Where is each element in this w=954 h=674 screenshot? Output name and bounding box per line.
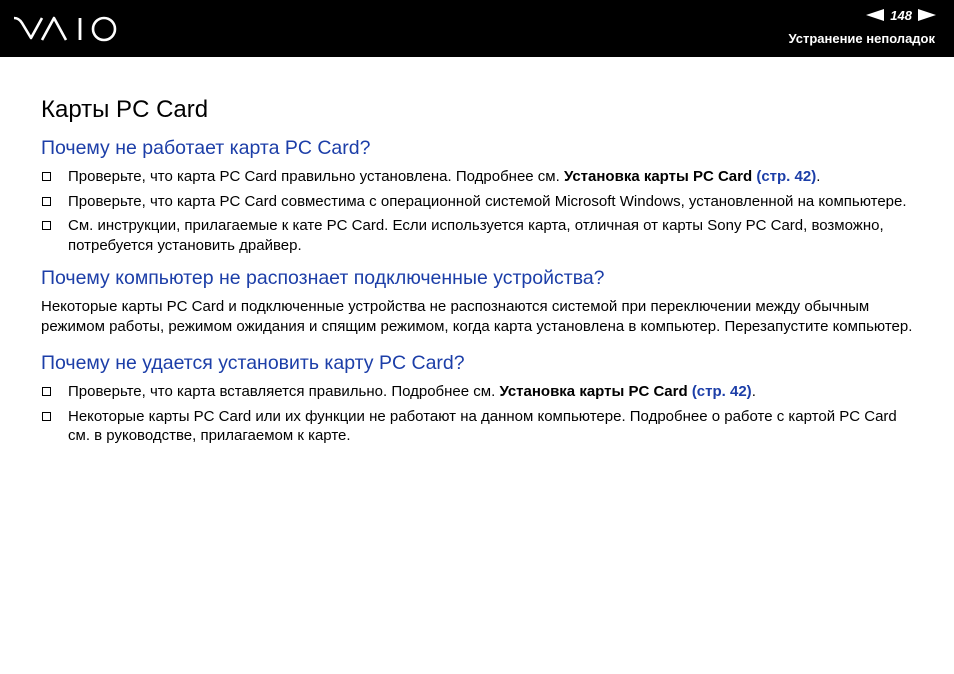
checkbox-bullet-icon [42,221,51,230]
list-item: Проверьте, что карта PC Card совместима … [41,192,921,212]
previous-page-arrow-icon[interactable] [866,9,885,21]
question-heading-2: Почему компьютер не распознает подключен… [41,267,605,289]
next-page-arrow-icon[interactable] [918,9,936,21]
checkbox-bullet-icon [42,172,51,181]
page-link[interactable]: (стр. 42) [756,168,816,185]
page-number: 148 [890,7,912,23]
item-text: См. инструкции, прилагаемые к кате PC Ca… [68,217,884,254]
list-item: Проверьте, что карта PC Card правильно у… [41,167,921,187]
item-text: Проверьте, что карта PC Card совместима … [68,192,907,210]
page-title: Карты PC Card [41,96,209,123]
question-heading-3: Почему не удается установить карту PC Ca… [41,352,465,374]
item-bold-text: Установка карты PC Card [563,168,753,185]
checkbox-bullet-icon [42,387,51,396]
answer-paragraph-2: Некоторые карты PC Card и подключенные у… [41,298,913,335]
item-text: Проверьте, что карта вставляется правиль… [68,383,496,400]
checkbox-bullet-icon [42,411,51,421]
list-item: Проверьте, что карта вставляется правиль… [41,382,921,402]
item-text: Некоторые карты PC Card или их функции н… [68,407,897,445]
page-header: 148 Устранение неполадок [0,0,954,57]
checkbox-bullet-icon [42,196,51,206]
list-item: См. инструкции, прилагаемые к кате PC Ca… [41,216,921,255]
question-heading-1: Почему не работает карта PC Card? [41,137,371,159]
vaio-logo [13,16,117,42]
page-navigator: 148 [866,7,936,23]
item-tail: . [751,383,756,400]
item-tail: . [816,168,821,185]
answer-list-3: Проверьте, что карта вставляется правиль… [41,382,921,446]
page-link[interactable]: (стр. 42) [692,383,752,400]
item-text: Проверьте, что карта PC Card правильно у… [68,168,560,185]
item-bold-text: Установка карты PC Card [499,383,688,400]
main-content: Карты PC Card Почему не работает карта P… [41,96,921,451]
list-item: Некоторые карты PC Card или их функции н… [41,407,921,446]
answer-list-1: Проверьте, что карта PC Card правильно у… [41,167,921,255]
section-title: Устранение неполадок [788,31,935,46]
